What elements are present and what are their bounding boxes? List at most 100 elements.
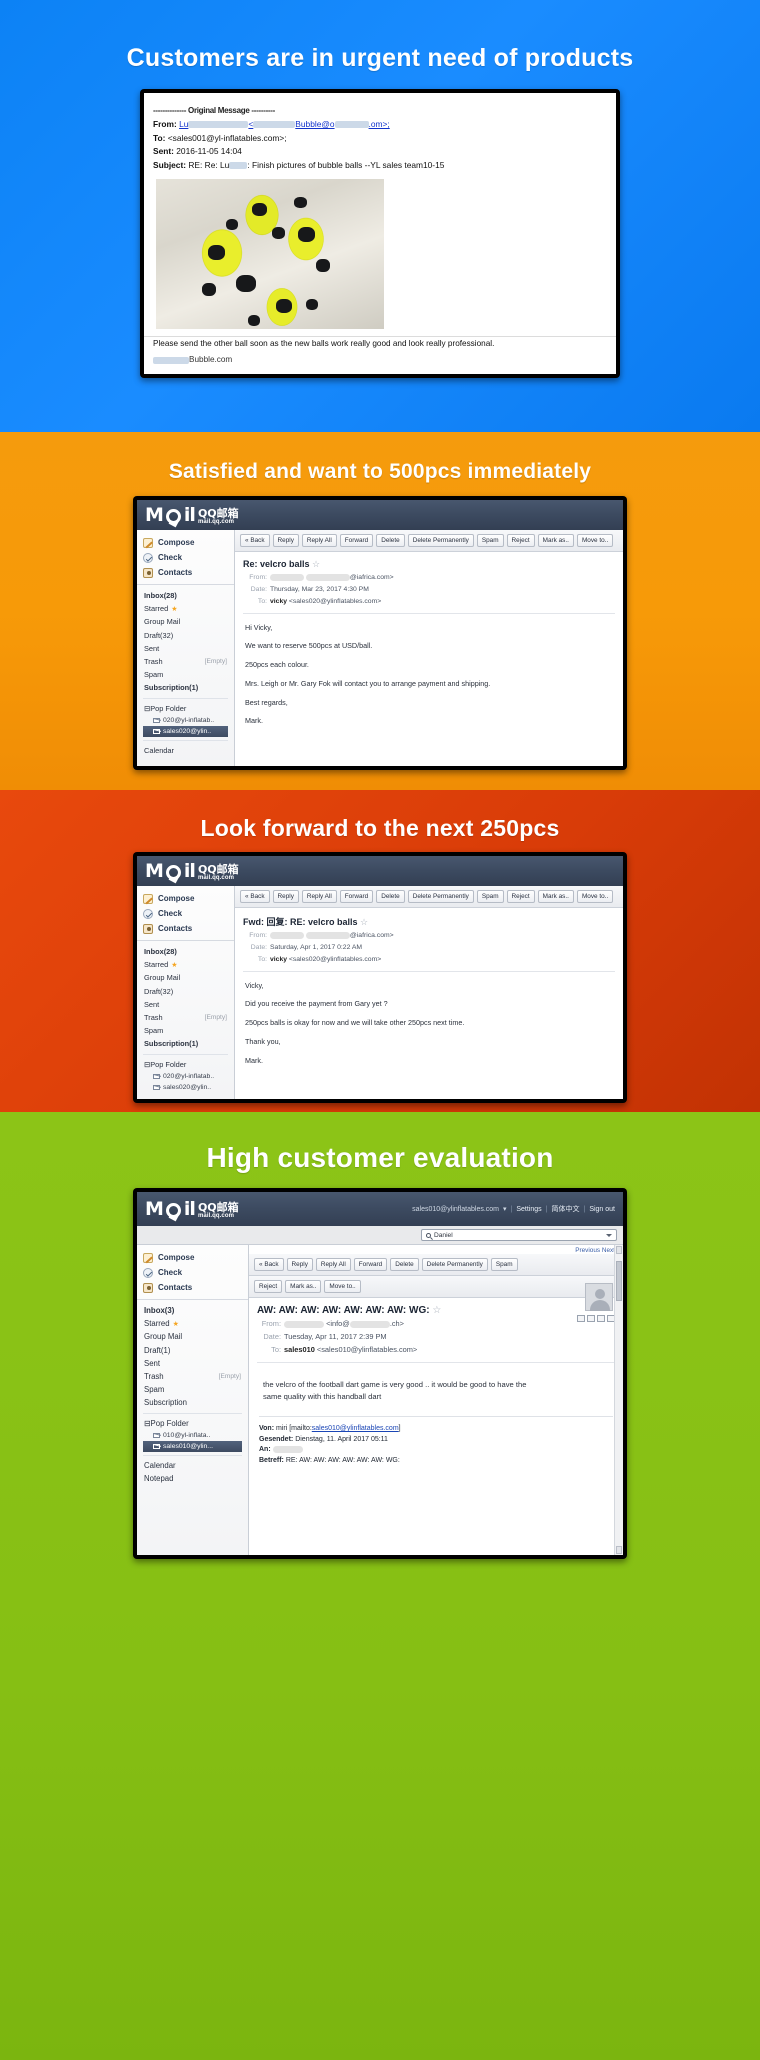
sidebar-folder-group-mail[interactable]: Group Mail [143,1330,242,1343]
sidebar-folder-inbox[interactable]: Inbox(28) [143,589,228,602]
mark-as-button[interactable]: Mark as.. [537,534,574,548]
sidebar-folder-starred[interactable]: Starred ★ [143,958,228,971]
pop-account-2[interactable]: sales020@ylin.. [143,725,228,737]
qq-mail-logo[interactable]: M il QQ邮箱 mail.qq.com [145,505,239,525]
sidebar-folder-group-mail[interactable]: Group Mail [143,971,228,984]
star-outline-icon[interactable]: ☆ [432,1305,441,1316]
back-button[interactable]: « Back [240,534,270,548]
previous-link[interactable]: Previous [575,1247,600,1254]
sidebar-folder-trash[interactable]: Trash [Empty] [143,1011,228,1024]
sidebar-item-calendar[interactable]: Calendar [143,1459,242,1472]
forward-button[interactable]: Forward [339,534,374,548]
pop-account-2[interactable]: sales010@ylin... [143,1440,242,1452]
pop-folder-toggle[interactable]: ⊟ Pop Folder [143,702,228,715]
search-input[interactable]: Daniel [421,1229,617,1241]
trash-empty-link[interactable]: [Empty] [205,658,227,665]
sidebar-folder-inbox[interactable]: Inbox(3) [143,1304,242,1317]
move-to-button[interactable]: Move to.. [576,534,614,548]
sidebar-folder-sent[interactable]: Sent [143,998,228,1011]
print-icon[interactable] [597,1315,605,1322]
star-outline-icon[interactable]: ☆ [312,559,320,569]
chevron-down-icon[interactable] [606,1233,612,1237]
sidebar-item-compose[interactable]: Compose [143,891,228,906]
spam-button[interactable]: Spam [476,890,504,904]
reply-button[interactable]: Reply [286,1258,313,1272]
reply-all-button[interactable]: Reply All [301,534,337,548]
sidebar-folder-spam[interactable]: Spam [143,1383,242,1396]
sidebar-folder-inbox[interactable]: Inbox(28) [143,945,228,958]
sidebar-folder-draft[interactable]: Draft(1) [143,1344,242,1357]
sidebar-folder-starred[interactable]: Starred ★ [143,602,228,615]
trash-empty-link[interactable]: [Empty] [219,1373,241,1380]
qq-mail-logo[interactable]: M il QQ邮箱 mail.qq.com [145,861,239,881]
sidebar-folder-trash[interactable]: Trash [Empty] [143,1370,242,1383]
spam-button[interactable]: Spam [476,534,504,548]
sidebar-item-compose[interactable]: Compose [143,1250,242,1265]
sidebar-item-check[interactable]: Check [143,1265,242,1280]
sidebar-item-check[interactable]: Check [143,550,228,565]
forward-button[interactable]: Forward [339,890,374,904]
sidebar-item-contacts[interactable]: Contacts [143,921,228,936]
sidebar-item-notepad[interactable]: Notepad [143,1472,242,1485]
sidebar-folder-starred[interactable]: Starred ★ [143,1317,242,1330]
back-button[interactable]: « Back [254,1258,284,1272]
sidebar-folder-spam[interactable]: Spam [143,1024,228,1037]
pop-folder-toggle[interactable]: ⊟ Pop Folder [143,1058,228,1071]
move-to-button[interactable]: Move to.. [324,1280,361,1294]
pop-folder-toggle[interactable]: ⊟ Pop Folder [143,1417,242,1430]
reject-button[interactable]: Reject [254,1280,283,1294]
sidebar-folder-group-mail[interactable]: Group Mail [143,615,228,628]
quoted-email-link[interactable]: sales010@ylinflatables.com [312,1425,399,1432]
account-caret-icon[interactable]: ▾ [503,1205,507,1213]
delete-button[interactable]: Delete [376,890,405,904]
scrollbar-thumb[interactable] [616,1261,622,1301]
pop-account-2[interactable]: sales020@ylin.. [143,1082,228,1093]
sidebar-item-contacts[interactable]: Contacts [143,565,228,580]
sidebar-folder-draft[interactable]: Draft(32) [143,629,228,642]
spam-button[interactable]: Spam [490,1258,518,1272]
delete-permanently-button[interactable]: Delete Permanently [407,534,474,548]
sidebar-folder-subscription[interactable]: Subscription(1) [143,1037,228,1050]
reply-button[interactable]: Reply [272,890,299,904]
delete-permanently-button[interactable]: Delete Permanently [421,1258,488,1272]
tag-icon[interactable] [577,1315,585,1322]
signout-link[interactable]: Sign out [589,1206,615,1213]
sidebar-item-compose[interactable]: Compose [143,535,228,550]
delete-button[interactable]: Delete [390,1258,419,1272]
delete-permanently-button[interactable]: Delete Permanently [407,890,474,904]
language-link[interactable]: 简体中文 [551,1204,579,1214]
mark-as-button[interactable]: Mark as.. [537,890,574,904]
mark-as-button[interactable]: Mark as.. [285,1280,322,1294]
pop-account-1[interactable]: 020@yl-inflatab.. [143,715,228,726]
trash-empty-link[interactable]: [Empty] [205,1014,227,1021]
reply-all-button[interactable]: Reply All [301,890,337,904]
pop-account-1[interactable]: 020@yl-inflatab.. [143,1071,228,1082]
reject-button[interactable]: Reject [506,890,535,904]
forward-button[interactable]: Forward [353,1258,388,1272]
back-button[interactable]: « Back [240,890,270,904]
vertical-scrollbar[interactable] [614,1245,623,1555]
scroll-down-arrow[interactable] [616,1546,622,1554]
from-value[interactable]: Lu [179,119,188,129]
sidebar-folder-subscription[interactable]: Subscription [143,1396,242,1409]
star-outline-icon[interactable]: ☆ [360,917,368,927]
sidebar-folder-draft[interactable]: Draft(32) [143,985,228,998]
account-email[interactable]: sales010@ylinflatables.com [412,1206,499,1213]
scroll-up-arrow[interactable] [616,1246,622,1254]
sidebar-item-calendar[interactable]: Calendar [143,744,228,757]
qq-mail-logo[interactable]: M il QQ邮箱 mail.qq.com [145,1199,239,1219]
sidebar-folder-subscription[interactable]: Subscription(1) [143,681,228,694]
pop-account-1[interactable]: 010@yl-inflata.. [143,1430,242,1441]
reply-all-button[interactable]: Reply All [315,1258,351,1272]
move-to-button[interactable]: Move to.. [576,890,614,904]
settings-link[interactable]: Settings [516,1206,541,1213]
reject-button[interactable]: Reject [506,534,535,548]
folder-icon[interactable] [587,1315,595,1322]
from-value-tail[interactable]: .om>; [369,119,390,129]
reply-button[interactable]: Reply [272,534,299,548]
sidebar-folder-spam[interactable]: Spam [143,668,228,681]
sidebar-folder-trash[interactable]: Trash [Empty] [143,655,228,668]
delete-button[interactable]: Delete [376,534,405,548]
sidebar-item-contacts[interactable]: Contacts [143,1280,242,1295]
sidebar-folder-sent[interactable]: Sent [143,1357,242,1370]
